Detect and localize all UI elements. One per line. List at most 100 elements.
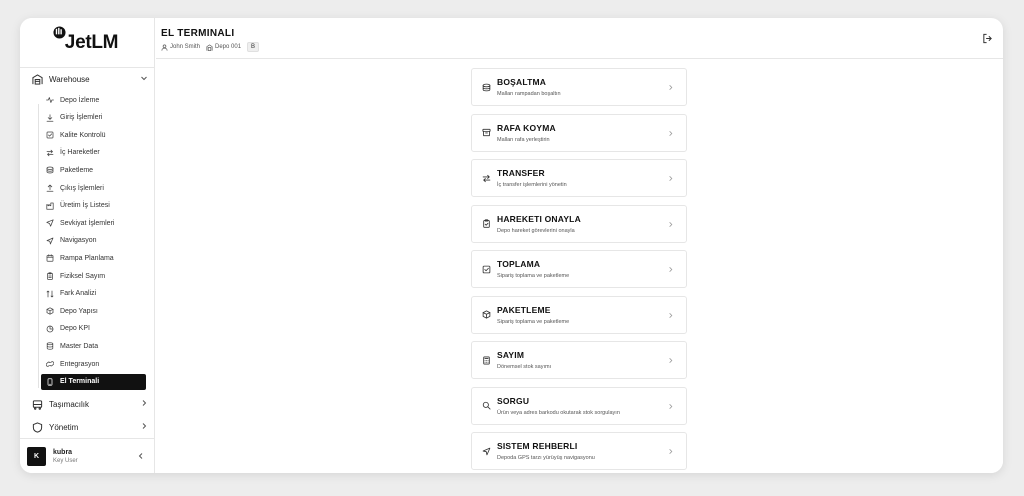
box-icon — [46, 307, 54, 315]
card-title: HAREKETI ONAYLA — [497, 213, 581, 224]
sidebar-item[interactable]: Depo Yapısı — [41, 303, 146, 319]
archive-icon — [482, 128, 491, 137]
search-icon — [482, 401, 491, 410]
sidebar-item[interactable]: Çıkış İşlemleri — [41, 180, 146, 196]
clipboard-check-icon — [483, 219, 490, 228]
section-tasimacilik[interactable]: Taşımacılık — [32, 395, 148, 413]
sidebar-item[interactable]: Depo KPI — [41, 321, 146, 337]
chevron-right-icon — [669, 85, 673, 90]
logout-icon[interactable] — [982, 33, 993, 44]
arrows-icon — [46, 149, 54, 156]
database-icon — [46, 342, 54, 350]
app-window: JetLM Warehouse Depo İzleme Giriş İşlemle… — [20, 18, 1003, 473]
sidebar-item[interactable]: Depo İzleme — [41, 92, 146, 108]
header-user: John Smith — [170, 44, 201, 50]
card-title: TRANSFER — [497, 168, 545, 178]
sidebar-item[interactable]: Fiziksel Sayım — [41, 268, 146, 284]
section-warehouse[interactable]: Warehouse — [32, 70, 148, 88]
header-meta: John Smith Depo 001 B — [161, 42, 260, 52]
card-description: Dönemsel stok sayımı — [497, 364, 552, 370]
upload-icon — [46, 184, 54, 192]
package-icon — [482, 83, 491, 91]
sidebar-item-label: Fark Analizi — [60, 290, 97, 298]
sidebar-item[interactable]: Fark Analizi — [41, 286, 146, 302]
card-title: SORGU — [497, 395, 530, 406]
diff-icon — [46, 290, 54, 297]
section-label: Taşımacılık — [49, 399, 90, 409]
sidebar-item[interactable]: Entegrasyon — [41, 356, 146, 372]
chevron-right-icon[interactable] — [140, 399, 148, 407]
card-description: Malları rampadan boşaltın — [497, 91, 561, 97]
sidebar-item[interactable]: Rampa Planlama — [41, 250, 146, 266]
pie-chart-icon — [46, 325, 54, 333]
menu-card[interactable]: TRANSFER İç transfer işlemlerini yönetin — [471, 159, 687, 197]
card-description: Sipariş toplama ve paketleme — [497, 273, 570, 279]
sidebar-item-label: Çıkış İşlemleri — [60, 184, 104, 192]
sidebar-item-label: Rampa Planlama — [60, 254, 114, 262]
truck-icon — [32, 399, 43, 410]
user-role: Key User — [53, 457, 78, 464]
header: EL TERMINALI John Smith Depo 001 B — [156, 18, 1003, 59]
chevron-right-icon — [669, 358, 673, 363]
box-icon — [482, 310, 491, 319]
link-icon — [46, 361, 54, 367]
download-icon — [46, 114, 54, 122]
menu-card[interactable]: BOŞALTMA Malları rampadan boşaltın — [471, 68, 687, 106]
menu-card[interactable]: SISTEM REHBERLI Depoda GPS tarzı yürüyüş … — [471, 432, 687, 470]
sidebar-item-label: Giriş İşlemleri — [60, 114, 103, 122]
chevron-right-icon — [669, 130, 673, 136]
sidebar-item[interactable]: İç Hareketler — [41, 145, 146, 161]
sidebar: JetLM Warehouse Depo İzleme Giriş İşlemle… — [20, 18, 155, 473]
avatar: K — [27, 446, 46, 466]
sidebar-item[interactable]: Giriş İşlemleri — [41, 110, 146, 126]
sidebar-item[interactable]: Sevkiyat İşlemleri — [41, 215, 146, 231]
sidebar-item-label: Kalite Kontrolü — [60, 131, 106, 139]
menu-card[interactable]: HAREKETI ONAYLA Depo hareket görevlerini … — [471, 204, 687, 243]
user-icon — [161, 44, 168, 51]
sidebar-item[interactable]: Kalite Kontrolü — [41, 127, 146, 143]
warehouse-icon — [206, 43, 213, 51]
logo-text: JetLM — [64, 31, 119, 53]
card-description: İç transfer işlemlerini yönetin — [497, 182, 567, 188]
chevron-right-icon — [669, 312, 673, 318]
sidebar-item[interactable]: El Terminali — [41, 373, 146, 390]
section-label: Warehouse — [49, 74, 90, 84]
user-name: kubra — [53, 448, 73, 456]
card-description: Malları rafa yerleştirin — [497, 136, 550, 143]
chevron-right-icon — [669, 449, 673, 454]
menu-card[interactable]: PAKETLEME Sipariş toplama ve paketleme — [471, 295, 687, 334]
user-profile[interactable]: K kubra Key User — [20, 438, 155, 473]
chevron-right-icon[interactable] — [140, 422, 148, 430]
sidebar-item-label: Master Data — [60, 342, 99, 350]
sidebar-item[interactable]: Üretim İş Listesi — [41, 198, 146, 214]
card-title: SISTEM REHBERLI — [497, 441, 578, 451]
section-label: Yönetim — [49, 422, 79, 432]
package-icon — [46, 167, 54, 174]
page-title: EL TERMINALI — [161, 28, 235, 39]
chevron-down-icon[interactable] — [140, 74, 148, 82]
chevron-right-icon — [669, 403, 673, 409]
tree-line — [38, 104, 39, 388]
menu-card[interactable]: TOPLAMA Sipariş toplama ve paketleme — [471, 250, 687, 288]
arrows-icon — [482, 174, 491, 182]
sidebar-item-label: Depo KPI — [60, 325, 90, 333]
sidebar-item[interactable]: Paketleme — [41, 162, 146, 178]
sidebar-item-label: Depo Yapısı — [60, 307, 98, 315]
menu-card[interactable]: RAFA KOYMA Malları rafa yerleştirin — [471, 113, 687, 152]
logo[interactable]: JetLM — [20, 18, 155, 68]
card-title: SAYIM — [497, 350, 525, 360]
smartphone-icon — [47, 378, 53, 386]
calendar-icon — [46, 254, 54, 262]
menu-card[interactable]: SORGU Ürün veya adres barkodu okutarak st… — [471, 386, 687, 425]
sidebar-item-label: Entegrasyon — [60, 360, 100, 368]
section-yonetim[interactable]: Yönetim — [32, 418, 148, 436]
chevron-left-icon[interactable] — [137, 452, 145, 460]
card-description: Ürün veya adres barkodu okutarak stok so… — [497, 409, 620, 416]
sidebar-item-label: Navigasyon — [60, 237, 97, 245]
check-square-icon — [482, 265, 491, 273]
menu-card[interactable]: SAYIM Dönemsel stok sayımı — [471, 341, 687, 379]
navigation-icon — [46, 237, 54, 245]
sidebar-item[interactable]: Navigasyon — [41, 233, 146, 249]
card-title: TOPLAMA — [497, 259, 541, 269]
sidebar-item[interactable]: Master Data — [41, 338, 146, 354]
